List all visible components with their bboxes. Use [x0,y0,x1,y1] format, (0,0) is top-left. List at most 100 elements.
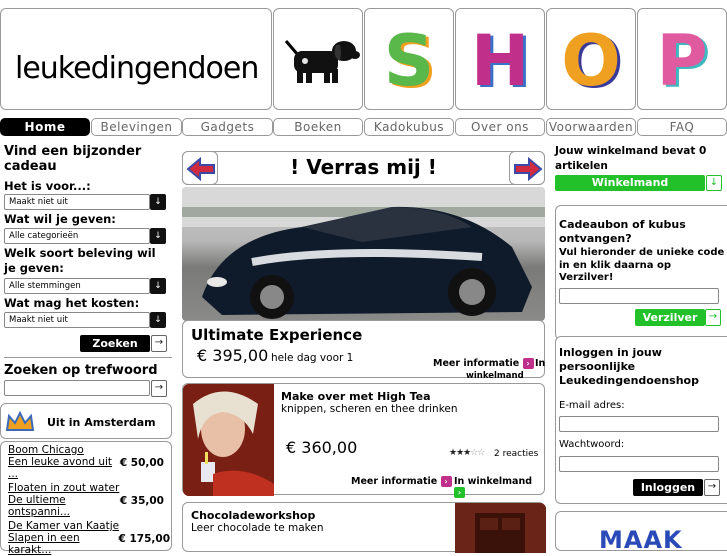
product-title[interactable]: Chocoladeworkshop [191,509,315,522]
city-item-price: € 50,00 [119,457,164,469]
product-card-makeover[interactable]: Make over met High Tea knippen, scheren … [182,383,545,498]
featured-title[interactable]: Ultimate Experience [191,326,362,344]
chevron-down-icon[interactable]: ↓ [150,194,166,210]
nav-faq[interactable]: FAQ [637,118,727,136]
city-header-box[interactable]: Uit in Amsterdam [0,403,172,439]
list-item[interactable]: Floaten in zout water De ultieme ontspan… [8,482,168,518]
list-item[interactable]: Boom Chicago Een leuke avond uit ... € 5… [8,444,168,480]
previous-button[interactable] [182,151,218,185]
nav-voorwaarden[interactable]: Voorwaarden [546,118,636,136]
dog-icon [284,40,360,83]
chevron-down-icon[interactable]: ↓ [706,175,722,191]
city-item-title[interactable]: Floaten in zout water [8,482,168,494]
arrow-right-icon: › [454,487,465,498]
city-title: Uit in Amsterdam [47,416,156,429]
keyword-input[interactable] [4,380,150,396]
nav-belevingen[interactable]: Belevingen [91,118,182,136]
product-price: € 360,00 [286,438,358,457]
q4-label: Wat mag het kosten: [4,296,140,310]
chevron-down-icon[interactable]: ↓ [150,312,166,328]
login-button[interactable]: Inloggen [633,479,703,496]
search-button[interactable]: Zoeken [80,335,150,352]
voucher-text: Vul hieronder de unieke code in en klik … [559,247,725,283]
email-label: E-mail adres: [559,400,625,411]
next-button[interactable] [509,151,545,185]
price-select[interactable]: Maakt niet uit [4,312,150,328]
voucher-box: Cadeaubon of kubus ontvangen? Vul hieron… [555,205,727,340]
featured-price: € 395,00 [197,346,269,365]
shop-letter-o-box[interactable]: O O [546,8,636,110]
product-subtitle: knippen, scheren en thee drinken [281,403,458,415]
arrow-right-icon[interactable]: → [704,479,720,496]
site-logo-text: leukedingendoen [15,51,259,86]
product-title[interactable]: Make over met High Tea [281,390,431,403]
city-item-title[interactable]: Boom Chicago [8,444,168,456]
city-item-desc[interactable]: Slapen in een karakt... [8,532,118,556]
more-info-link[interactable]: Meer informatie › [351,476,452,487]
city-item-price: € 35,00 [119,495,164,507]
redeem-button[interactable]: Verzilver [635,309,705,326]
dog-logo-box[interactable] [273,8,363,110]
featured-price-note: hele dag voor 1 [271,352,354,364]
add-to-cart-link[interactable]: In winkelmand › [454,476,544,498]
q2-label: Wat wil je geven: [4,212,116,226]
shop-letter-p: P [656,20,708,102]
shop-letter-s: S [383,20,435,102]
city-item-title[interactable]: De Kamer van Kaatje [8,520,168,532]
password-field[interactable] [559,456,719,472]
city-item-desc[interactable]: De ultieme ontspanni... [8,494,118,518]
cart-button[interactable]: Winkelmand [555,175,705,191]
recipient-select[interactable]: Maakt niet uit [4,194,150,210]
list-item[interactable]: De Kamer van Kaatje Slapen in een karakt… [8,520,170,556]
city-list: Boom Chicago Een leuke avond uit ... € 5… [0,441,172,556]
surprise-banner[interactable]: ! Verras mij ! [182,151,545,185]
more-info-label: Meer informatie [351,476,438,487]
logo-box[interactable]: leukedingendoen [0,8,272,110]
mood-select[interactable]: Alle stemmingen [4,278,150,294]
email-field[interactable] [559,416,719,432]
add-to-cart-label: In winkelmand [454,476,533,487]
shop-letter-h-box[interactable]: H H [455,8,545,110]
chocolate-image[interactable] [455,503,546,553]
divider [4,357,172,358]
shop-letter-s-box[interactable]: S S [364,8,454,110]
review-count[interactable]: 2 reacties [494,449,538,459]
chevron-down-icon[interactable]: ↓ [150,278,166,294]
chocolate-image-art [455,503,546,553]
arrow-right-icon: › [440,476,452,487]
arrow-right-icon[interactable]: → [705,309,721,326]
more-info-label: Meer informatie [433,358,520,369]
shop-letter-p-box[interactable]: P P [637,8,727,110]
q1-label: Het is voor...: [4,179,91,193]
nav-gadgets[interactable]: Gadgets [182,118,273,136]
crown-icon [5,410,35,431]
nav-over-ons[interactable]: Over ons [455,118,545,136]
arrow-right-icon[interactable]: → [151,335,167,352]
voucher-code-input[interactable] [559,288,719,304]
password-label: Wachtwoord: [559,439,625,450]
shop-letter-h: H [470,20,530,102]
nav-boeken[interactable]: Boeken [273,118,363,136]
chevron-down-icon[interactable]: ↓ [150,228,166,244]
add-to-cart-overflow: winkelmand [466,371,524,381]
nav-home[interactable]: Home [0,118,90,136]
makeover-image[interactable] [183,384,274,496]
featured-card[interactable]: Ultimate Experience € 395,00 hele dag vo… [182,320,545,378]
add-to-cart-link[interactable]: In [535,358,545,369]
city-item-price: € 175,00 [118,533,170,545]
finder-title: Vind een bijzonder cadeau [4,144,142,174]
arrow-left-icon [186,157,215,181]
shop-letter-o: O [561,20,621,102]
more-info-link[interactable]: Meer informatie › [433,358,534,369]
woman-cupcake-image [183,384,274,496]
arrow-right-icon[interactable]: → [151,380,167,397]
city-item-desc[interactable]: Een leuke avond uit ... [8,456,118,480]
cart-status: Jouw winkelmand bevat 0 artikelen [555,145,707,172]
nav-kadokubus[interactable]: Kadokubus [364,118,454,136]
featured-image[interactable] [182,187,545,321]
login-title: Inloggen in jouw persoonlijke Leukedinge… [559,346,699,387]
category-select[interactable]: Alle categorieën [4,228,150,244]
login-box: Inloggen in jouw persoonlijke Leukedinge… [555,336,727,504]
voucher-title: Cadeaubon of kubus ontvangen? [559,218,686,245]
promo-box[interactable]: MAAK [555,511,727,551]
